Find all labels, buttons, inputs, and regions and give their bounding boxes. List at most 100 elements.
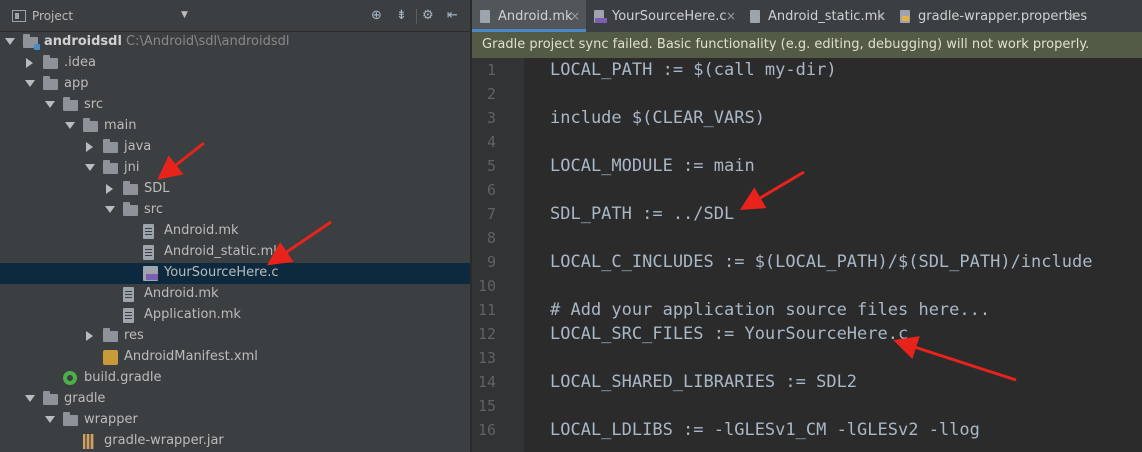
- expanded-arrow-icon[interactable]: [5, 38, 15, 45]
- tree-item-label: Application.mk: [144, 307, 241, 322]
- module-folder-icon: [23, 34, 40, 50]
- line-number: 10: [477, 277, 496, 295]
- tree-row[interactable]: gradle-wrapper.jar: [0, 431, 470, 452]
- chevron-down-icon[interactable]: ▼: [181, 10, 188, 20]
- tree-row[interactable]: res: [0, 326, 470, 347]
- tree-row[interactable]: YourSourceHere.c: [0, 263, 470, 284]
- tree-row[interactable]: gradle: [0, 389, 470, 410]
- close-icon[interactable]: ×: [570, 9, 580, 23]
- tree-row[interactable]: SDL: [0, 179, 470, 200]
- text-file-icon: [143, 245, 154, 260]
- line-number: 4: [486, 133, 496, 151]
- editor-tab[interactable]: YourSourceHere.c ×: [586, 0, 742, 32]
- code-line[interactable]: SDL_PATH := ../SDL: [550, 204, 734, 224]
- folder-icon: [123, 181, 138, 195]
- c-file-icon: [594, 10, 607, 23]
- tree-item-label: YourSourceHere.c: [164, 265, 279, 280]
- folder-icon: [63, 412, 78, 426]
- tree-row[interactable]: main: [0, 116, 470, 137]
- project-tree: androidsdl C:\Android\sdl\androidsdl .idea…: [0, 32, 470, 452]
- close-icon[interactable]: ×: [726, 9, 736, 23]
- expanded-arrow-icon[interactable]: [25, 80, 35, 87]
- tree-item-label: src: [84, 97, 103, 112]
- collapsed-arrow-icon[interactable]: [86, 142, 93, 152]
- expanded-arrow-icon[interactable]: [45, 416, 55, 423]
- line-number: 8: [486, 229, 496, 247]
- jar-file-icon: [83, 434, 94, 449]
- folder-icon: [63, 97, 78, 111]
- expanded-arrow-icon[interactable]: [65, 122, 75, 129]
- tree-row[interactable]: wrapper: [0, 410, 470, 431]
- tree-row[interactable]: Application.mk: [0, 305, 470, 326]
- editor-tab-label: Android_static.mk: [768, 9, 885, 24]
- tree-row[interactable]: .idea: [0, 53, 470, 74]
- tree-row[interactable]: Android.mk: [0, 221, 470, 242]
- gear-icon[interactable]: ⚙: [422, 8, 434, 24]
- expanded-arrow-icon[interactable]: [105, 206, 115, 213]
- code-line[interactable]: LOCAL_SRC_FILES := YourSourceHere.c: [550, 324, 908, 344]
- project-panel-title[interactable]: Project: [32, 9, 73, 23]
- notice-text: Gradle project sync failed. Basic functi…: [482, 37, 1090, 52]
- line-number: 1: [486, 61, 496, 79]
- text-file-icon: [123, 287, 134, 302]
- editor-tab[interactable]: Android.mk ×: [472, 0, 586, 32]
- project-view-icon: [12, 10, 26, 22]
- tree-row[interactable]: build.gradle: [0, 368, 470, 389]
- line-number: 13: [477, 349, 496, 367]
- tree-row[interactable]: java: [0, 137, 470, 158]
- text-file-icon: [750, 10, 760, 23]
- xml-file-icon: [103, 350, 118, 365]
- tree-item-label: jni: [124, 160, 140, 175]
- tree-item-label: androidsdl: [44, 34, 122, 49]
- code-line[interactable]: LOCAL_LDLIBS := -lGLESv1_CM -lGLESv2 -ll…: [550, 420, 980, 440]
- tree-item-label: Android.mk: [164, 223, 239, 238]
- code-area[interactable]: LOCAL_PATH := $(call my-dir) include $(CL…: [524, 58, 1142, 452]
- editor-tab-label: gradle-wrapper.properties: [918, 9, 1088, 24]
- line-number: 7: [486, 205, 496, 223]
- line-number: 16: [477, 421, 496, 439]
- tree-item-label: .idea: [64, 55, 96, 70]
- editor-tab[interactable]: gradle-wrapper.properties ×: [892, 0, 1087, 32]
- gradle-file-icon: [63, 371, 77, 385]
- expanded-arrow-icon[interactable]: [45, 101, 55, 108]
- tree-row[interactable]: src: [0, 200, 470, 221]
- project-panel-header: Project ▼ ⊕ ⇟ ⚙ ⇤: [0, 0, 470, 32]
- line-number: 6: [486, 181, 496, 199]
- folder-icon: [43, 391, 58, 405]
- line-number-gutter: 1 2 3 4 5 6 7 8 9 10 11 12 13 14 15 16: [472, 58, 524, 452]
- collapse-all-icon[interactable]: ⇟: [396, 8, 407, 24]
- project-panel: Project ▼ ⊕ ⇟ ⚙ ⇤ androidsdl C:\Android\s…: [0, 0, 470, 452]
- folder-icon: [83, 118, 98, 132]
- collapsed-arrow-icon[interactable]: [106, 184, 113, 194]
- code-line[interactable]: LOCAL_SHARED_LIBRARIES := SDL2: [550, 372, 857, 392]
- code-line[interactable]: LOCAL_C_INCLUDES := $(LOCAL_PATH)/$(SDL_…: [550, 252, 1092, 272]
- text-file-icon: [480, 10, 490, 23]
- tree-item-label: SDL: [144, 181, 170, 196]
- collapsed-arrow-icon[interactable]: [86, 331, 93, 341]
- target-icon[interactable]: ⊕: [371, 8, 382, 24]
- close-icon[interactable]: ×: [1066, 9, 1076, 23]
- code-line[interactable]: include $(CLEAR_VARS): [550, 108, 765, 128]
- text-file-icon: [123, 308, 134, 323]
- code-line[interactable]: LOCAL_PATH := $(call my-dir): [550, 60, 837, 80]
- collapsed-arrow-icon[interactable]: [26, 58, 33, 68]
- folder-icon: [43, 55, 58, 69]
- tree-row[interactable]: jni: [0, 158, 470, 179]
- tree-row[interactable]: Android.mk: [0, 284, 470, 305]
- tree-row[interactable]: src: [0, 95, 470, 116]
- line-number: 11: [477, 301, 496, 319]
- code-line[interactable]: LOCAL_MODULE := main: [550, 156, 755, 176]
- line-number: 5: [486, 157, 496, 175]
- tree-row[interactable]: androidsdl C:\Android\sdl\androidsdl: [0, 32, 470, 53]
- expanded-arrow-icon[interactable]: [25, 395, 35, 402]
- tree-row[interactable]: app: [0, 74, 470, 95]
- tree-row[interactable]: AndroidManifest.xml: [0, 347, 470, 368]
- code-line[interactable]: # Add your application source files here…: [550, 300, 990, 320]
- expanded-arrow-icon[interactable]: [85, 164, 95, 171]
- c-file-icon: [143, 266, 158, 281]
- close-icon[interactable]: ×: [876, 9, 886, 23]
- editor-tab[interactable]: Android_static.mk ×: [742, 0, 892, 32]
- hide-panel-icon[interactable]: ⇤: [447, 8, 458, 24]
- tree-row[interactable]: Android_static.mk: [0, 242, 470, 263]
- tree-item-label: main: [104, 118, 137, 133]
